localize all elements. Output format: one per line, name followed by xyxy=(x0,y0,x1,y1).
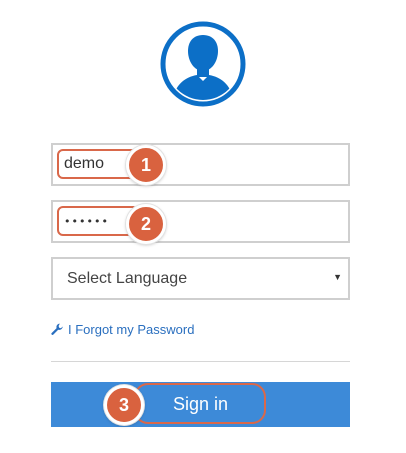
forgot-password-label: I Forgot my Password xyxy=(68,322,195,337)
step-badge-1: 1 xyxy=(126,145,166,185)
step-badge-3: 3 xyxy=(104,385,144,425)
step-badge-2: 2 xyxy=(126,204,166,244)
language-select-value: Select Language xyxy=(67,270,188,287)
caret-down-icon: ▼ xyxy=(333,272,342,282)
wrench-icon xyxy=(51,323,64,336)
username-field xyxy=(51,143,350,186)
sign-in-button[interactable]: Sign in xyxy=(51,382,350,427)
sign-in-label: Sign in xyxy=(172,394,229,414)
forgot-password-link[interactable]: I Forgot my Password xyxy=(51,322,194,337)
login-panel: 1 2 Select Language ▼ I Forgot my Passwo… xyxy=(0,0,406,453)
divider xyxy=(51,361,350,362)
password-field xyxy=(51,200,350,243)
user-avatar-icon xyxy=(160,21,246,107)
language-select[interactable]: Select Language ▼ xyxy=(51,257,350,300)
